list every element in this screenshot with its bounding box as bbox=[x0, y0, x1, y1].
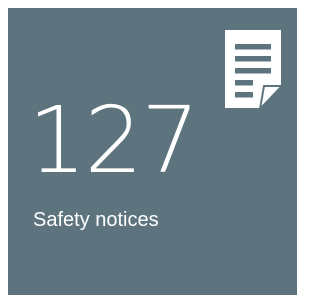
safety-notices-tile[interactable]: 127 Safety notices bbox=[8, 8, 297, 295]
notice-count: 127 bbox=[28, 87, 200, 194]
tile-label: Safety notices bbox=[33, 209, 159, 231]
document-list-icon bbox=[223, 28, 285, 112]
